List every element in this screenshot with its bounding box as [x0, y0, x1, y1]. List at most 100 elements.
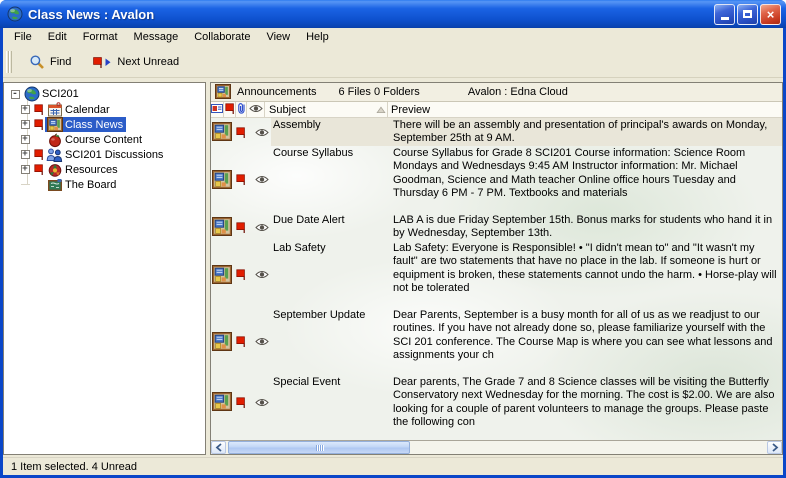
- maximize-button[interactable]: [737, 4, 758, 25]
- column-preview[interactable]: Preview: [388, 102, 782, 117]
- collapse-icon[interactable]: -: [11, 90, 20, 99]
- find-button[interactable]: Find: [24, 52, 76, 72]
- sidebar-item-label: SCI201: [42, 88, 79, 100]
- bulletin-item-icon: [212, 392, 232, 412]
- menu-help[interactable]: Help: [298, 28, 337, 47]
- menu-collaborate[interactable]: Collaborate: [186, 28, 258, 47]
- sidebar-item-sci201-discussions[interactable]: + SCI201 Discussions: [4, 147, 205, 162]
- item-icon-cell: [211, 146, 235, 213]
- tree-connector: [18, 184, 32, 185]
- unread-flag-icon: [34, 119, 44, 130]
- chevron-right-icon: [771, 439, 779, 456]
- announcement-row[interactable]: Course SyllabusCourse Syllabus for Grade…: [211, 146, 782, 213]
- menu-format[interactable]: Format: [75, 28, 126, 47]
- status-text: 1 Item selected. 4 Unread: [11, 461, 137, 473]
- announcement-row[interactable]: Special EventDear parents, The Grade 7 a…: [211, 375, 782, 430]
- announcement-row[interactable]: Lab SafetyLab Safety: Everyone is Respon…: [211, 241, 782, 308]
- toolbar-grip[interactable]: [9, 51, 12, 73]
- unread-flag-icon: [236, 397, 246, 408]
- tree-item-body[interactable]: Resources: [45, 162, 121, 177]
- scrollbar-track[interactable]: [226, 441, 767, 454]
- column-viewed-icon[interactable]: [247, 102, 265, 117]
- expand-icon[interactable]: +: [21, 135, 30, 144]
- sidebar-item-label: Course Content: [65, 134, 142, 146]
- minimize-icon: [721, 17, 729, 20]
- column-flag-icon[interactable]: [224, 102, 236, 117]
- flag-cell: [235, 308, 246, 375]
- sidebar-item-label: Calendar: [65, 104, 110, 116]
- tree-item-body[interactable]: Class News: [45, 117, 126, 132]
- menu-message[interactable]: Message: [126, 28, 187, 47]
- attachment-cell: [246, 146, 253, 213]
- attachment-cell: [246, 118, 253, 146]
- scrollbar-thumb[interactable]: [228, 441, 410, 454]
- announcement-row[interactable]: AssemblyThere will be an assembly and pr…: [211, 118, 782, 146]
- viewed-eye-icon: [255, 175, 269, 184]
- expand-icon[interactable]: +: [21, 150, 30, 159]
- row-preview: Course Syllabus for Grade 8 SCI201 Cours…: [389, 146, 782, 213]
- close-button[interactable]: ×: [760, 4, 781, 25]
- sidebar-item-class-news[interactable]: + Class News: [4, 117, 205, 132]
- window-body: FileEditFormatMessageCollaborateViewHelp…: [3, 28, 783, 475]
- tree-connector: +: [18, 165, 32, 174]
- panel-context: Avalon : Edna Cloud: [468, 86, 568, 98]
- sidebar-item-resources[interactable]: + Resources: [4, 162, 205, 177]
- tree-item-body[interactable]: SCI201 Discussions: [45, 147, 166, 162]
- menu-edit[interactable]: Edit: [40, 28, 75, 47]
- next-unread-button[interactable]: Next Unread: [88, 54, 184, 70]
- unread-flag-icon: [34, 104, 44, 115]
- tree-item-body[interactable]: The Board: [45, 177, 119, 192]
- sidebar-panel: - SCI201 + Calendar + Class News + Course Conte…: [3, 82, 206, 455]
- expand-icon[interactable]: +: [21, 120, 30, 129]
- scroll-left-button[interactable]: [211, 441, 226, 454]
- column-attachment-icon[interactable]: [236, 102, 247, 117]
- scroll-right-button[interactable]: [767, 441, 782, 454]
- row-subject: Course Syllabus: [271, 146, 389, 213]
- minimize-button[interactable]: [714, 4, 735, 25]
- unread-flag-icon: [236, 127, 246, 138]
- horizontal-scrollbar[interactable]: [211, 440, 782, 454]
- flag-slot: [32, 119, 45, 130]
- flag-slot: [32, 164, 45, 175]
- flag-cell: [235, 118, 246, 146]
- title-bar: Class News : Avalon ×: [0, 0, 786, 28]
- course-content-icon: [46, 132, 63, 148]
- sidebar-item-label: The Board: [65, 179, 116, 191]
- sidebar-item-sci201[interactable]: - SCI201: [4, 86, 205, 102]
- announcement-row[interactable]: September UpdateDear Parents, September …: [211, 308, 782, 375]
- tree-item-body[interactable]: Calendar: [45, 102, 113, 117]
- expand-icon[interactable]: +: [21, 165, 30, 174]
- column-subject[interactable]: Subject: [265, 102, 388, 117]
- board-icon: [46, 177, 63, 193]
- bulletin-item-icon: [212, 265, 232, 285]
- menu-file[interactable]: File: [6, 28, 40, 47]
- sidebar-item-course-content[interactable]: + Course Content: [4, 132, 205, 147]
- sidebar-item-calendar[interactable]: + Calendar: [4, 102, 205, 117]
- expand-icon[interactable]: +: [21, 105, 30, 114]
- row-subject: Special Event: [271, 375, 389, 430]
- viewed-eye-icon: [255, 223, 269, 232]
- sidebar-item-label: SCI201 Discussions: [65, 149, 163, 161]
- next-unread-flag-icon: [93, 57, 112, 68]
- menu-view[interactable]: View: [258, 28, 298, 47]
- announcement-row[interactable]: Due Date AlertLAB A is due Friday Septem…: [211, 213, 782, 241]
- row-preview: Dear Parents, September is a busy month …: [389, 308, 782, 375]
- item-icon-cell: [211, 308, 235, 375]
- tree-item-body[interactable]: Course Content: [45, 132, 145, 147]
- viewed-eye-icon: [255, 398, 269, 407]
- item-icon-cell: [211, 375, 235, 430]
- find-button-label: Find: [50, 56, 71, 68]
- sidebar-item-the-board[interactable]: The Board: [4, 177, 205, 192]
- tree-item-body[interactable]: SCI201: [22, 87, 82, 102]
- row-preview: Dear parents, The Grade 7 and 8 Science …: [389, 375, 782, 430]
- discussions-icon: [46, 147, 63, 163]
- flag-icon: [225, 103, 235, 117]
- panel-title: Announcements: [237, 86, 317, 98]
- column-message-icon[interactable]: [211, 102, 224, 117]
- unread-flag-icon: [34, 164, 44, 175]
- calendar-icon: [46, 102, 63, 118]
- close-icon: ×: [767, 8, 775, 21]
- item-icon-cell: [211, 213, 235, 241]
- tree-guide-stub: [21, 184, 30, 185]
- window-title: Class News : Avalon: [28, 7, 714, 22]
